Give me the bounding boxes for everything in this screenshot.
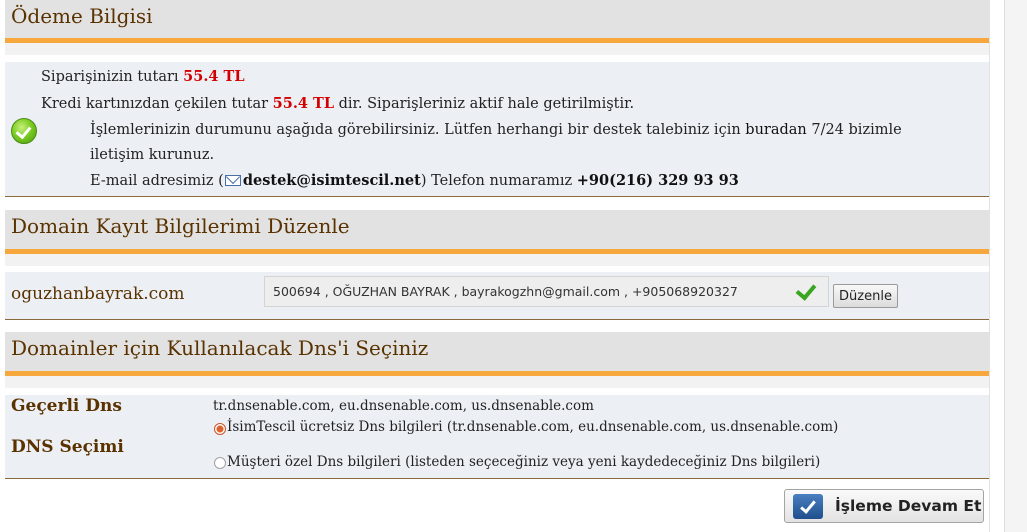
support-link[interactable]: buradan — [745, 122, 806, 138]
edit-button[interactable]: Düzenle — [833, 284, 898, 308]
charged-amount-line: Kredi kartınızdan çekilen tutar 55.4 TL … — [41, 95, 634, 112]
order-total-line: Siparişinizin tutarı 55.4 TL — [41, 68, 245, 85]
domain-edit-section-header: Domain Kayıt Bilgilerimi Düzenle — [5, 210, 989, 254]
section-spacer — [5, 43, 989, 55]
green-check-icon — [795, 279, 817, 301]
dns-section-title: Domainler için Kullanılacak Dns'i Seçini… — [11, 336, 429, 360]
continue-button[interactable]: İşleme Devam Et — [784, 489, 984, 523]
info-text: İşlemlerinizin durumunu aşağıda görebili… — [90, 122, 746, 138]
current-dns-label: Geçerli Dns — [11, 396, 122, 416]
info-line: İşlemlerinizin durumunu aşağıda görebili… — [90, 122, 902, 138]
current-dns-value: tr.dnsenable.com, eu.dnsenable.com, us.d… — [213, 398, 594, 414]
dns-option-free[interactable]: İsimTescil ücretsiz Dns bilgileri (tr.dn… — [227, 419, 838, 435]
dns-selection-label: DNS Seçimi — [11, 437, 124, 457]
dns-section-header: Domainler için Kullanılacak Dns'i Seçini… — [5, 332, 989, 376]
confirm-check-icon — [793, 494, 823, 519]
charged-suffix: dir. Siparişleriniz aktif hale getirilmi… — [334, 96, 635, 112]
section-spacer — [5, 254, 989, 266]
support-email[interactable]: destek@isimtescil.net — [243, 172, 421, 189]
contact-summary-box: 500694 , OĞUZHAN BAYRAK , bayrakogzhn@gm… — [264, 276, 829, 307]
radio-selected-icon[interactable] — [214, 423, 226, 435]
success-check-icon — [11, 118, 37, 144]
domain-edit-section-title: Domain Kayıt Bilgilerimi Düzenle — [11, 214, 350, 238]
order-total-label: Siparişinizin tutarı — [41, 69, 184, 85]
contact-summary-text: 500694 , OĞUZHAN BAYRAK , bayrakogzhn@gm… — [273, 284, 738, 299]
charged-label: Kredi kartınızdan çekilen tutar — [41, 96, 273, 112]
support-phone: +90(216) 329 93 93 — [576, 172, 739, 189]
payment-section-title: Ödeme Bilgisi — [11, 4, 153, 28]
email-label: E-mail adresimiz ( — [90, 173, 224, 189]
continue-button-label: İşleme Devam Et — [835, 497, 982, 515]
radio-unselected-icon[interactable] — [214, 457, 226, 469]
section-spacer — [5, 376, 989, 388]
dns-option-custom[interactable]: Müşteri özel Dns bilgileri (listeden seç… — [227, 454, 820, 470]
charged-amount: 55.4 TL — [272, 95, 335, 112]
info-text-suffix: 7/24 bizimle — [806, 122, 902, 138]
payment-section-header: Ödeme Bilgisi — [5, 0, 989, 43]
domain-name: oguzhanbayrak.com — [11, 284, 185, 304]
mail-icon — [224, 175, 241, 186]
phone-label: ) Telefon numaramız — [420, 173, 577, 189]
order-total-amount: 55.4 TL — [183, 68, 245, 85]
contact-line: E-mail adresimiz ( destek@isimtescil.net)… — [90, 172, 739, 189]
scrollbar-track[interactable] — [1004, 0, 1027, 532]
info-line-2: iletişim kurunuz. — [90, 147, 215, 163]
